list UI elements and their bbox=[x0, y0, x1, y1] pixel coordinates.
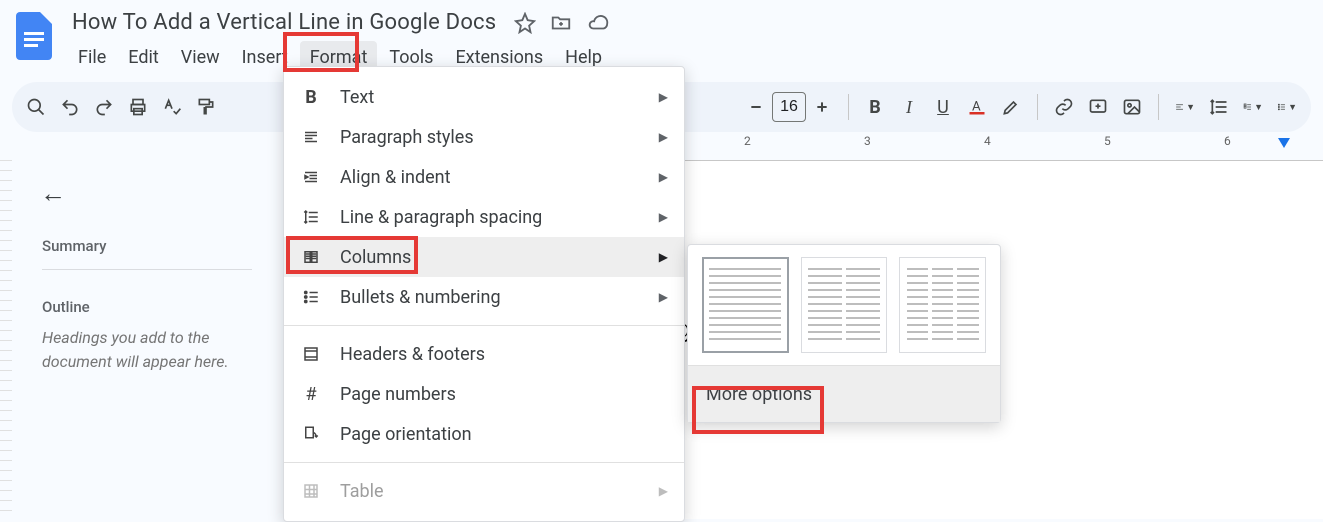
right-indent-marker[interactable] bbox=[1278, 138, 1290, 148]
orientation-icon bbox=[300, 425, 322, 443]
format-headers-footers[interactable]: Headers & footers bbox=[284, 334, 684, 374]
highlight-icon[interactable] bbox=[1001, 97, 1021, 117]
add-comment-icon[interactable] bbox=[1088, 97, 1108, 117]
star-icon[interactable] bbox=[514, 12, 536, 34]
outline-panel: ← Summary Outline Headings you add to th… bbox=[12, 160, 282, 374]
font-size-input[interactable] bbox=[772, 92, 806, 122]
format-page-numbers[interactable]: # Page numbers bbox=[284, 374, 684, 414]
format-bullets-numbering[interactable]: Bullets & numbering▶ bbox=[284, 277, 684, 317]
line-spacing-icon[interactable] bbox=[1209, 97, 1229, 117]
menu-view[interactable]: View bbox=[171, 41, 230, 74]
font-size-increase[interactable] bbox=[812, 97, 832, 117]
underline-icon[interactable]: U bbox=[933, 97, 953, 117]
document-title[interactable]: How To Add a Vertical Line in Google Doc… bbox=[68, 8, 500, 37]
font-size-decrease[interactable] bbox=[746, 97, 766, 117]
format-line-spacing[interactable]: Line & paragraph spacing▶ bbox=[284, 197, 684, 237]
menu-file[interactable]: File bbox=[68, 41, 116, 74]
spellcheck-icon[interactable] bbox=[162, 97, 182, 117]
move-icon[interactable] bbox=[550, 12, 572, 34]
columns-icon bbox=[300, 248, 322, 266]
italic-icon[interactable]: I bbox=[899, 97, 919, 117]
format-page-orientation[interactable]: Page orientation bbox=[284, 414, 684, 454]
columns-more-options[interactable]: More options bbox=[688, 366, 1000, 422]
cloud-status-icon[interactable] bbox=[586, 12, 610, 34]
format-dropdown: B Text▶ Paragraph styles▶ Align & indent… bbox=[283, 66, 685, 522]
align-icon[interactable]: ▼ bbox=[1175, 97, 1195, 117]
bold-icon[interactable]: B bbox=[865, 97, 885, 117]
hash-icon: # bbox=[300, 384, 322, 405]
format-table: Table▶ bbox=[284, 471, 684, 511]
insert-image-icon[interactable] bbox=[1122, 97, 1142, 117]
outline-label: Outline bbox=[42, 298, 282, 316]
insert-link-icon[interactable] bbox=[1054, 97, 1074, 117]
paint-format-icon[interactable] bbox=[196, 97, 216, 117]
indent-icon bbox=[300, 168, 322, 186]
header-footer-icon bbox=[300, 345, 322, 363]
docs-logo-icon[interactable] bbox=[14, 10, 54, 62]
columns-submenu: More options bbox=[687, 244, 1001, 423]
paragraph-icon bbox=[300, 128, 322, 146]
columns-option-3[interactable] bbox=[899, 257, 986, 353]
outline-close-icon[interactable]: ← bbox=[40, 178, 282, 209]
format-align-indent[interactable]: Align & indent▶ bbox=[284, 157, 684, 197]
bulleted-list-icon[interactable]: ▼ bbox=[1277, 97, 1297, 117]
undo-icon[interactable] bbox=[60, 97, 80, 117]
columns-option-2[interactable] bbox=[801, 257, 888, 353]
checklist-icon[interactable]: ▼ bbox=[1243, 97, 1263, 117]
list-icon bbox=[300, 288, 322, 306]
outline-hint: Headings you add to the document will ap… bbox=[42, 326, 252, 374]
text-color-icon[interactable]: A bbox=[967, 97, 987, 117]
table-icon bbox=[300, 482, 322, 500]
search-icon[interactable] bbox=[26, 97, 46, 117]
columns-option-1[interactable] bbox=[702, 257, 789, 353]
summary-label: Summary bbox=[42, 237, 282, 255]
format-text[interactable]: B Text▶ bbox=[284, 77, 684, 117]
bold-icon: B bbox=[300, 87, 322, 108]
format-paragraph-styles[interactable]: Paragraph styles▶ bbox=[284, 117, 684, 157]
print-icon[interactable] bbox=[128, 97, 148, 117]
redo-icon[interactable] bbox=[94, 97, 114, 117]
vertical-ruler bbox=[0, 160, 12, 519]
format-columns[interactable]: Columns▶ bbox=[284, 237, 684, 277]
line-spacing-icon bbox=[300, 208, 322, 226]
menu-edit[interactable]: Edit bbox=[118, 41, 168, 74]
